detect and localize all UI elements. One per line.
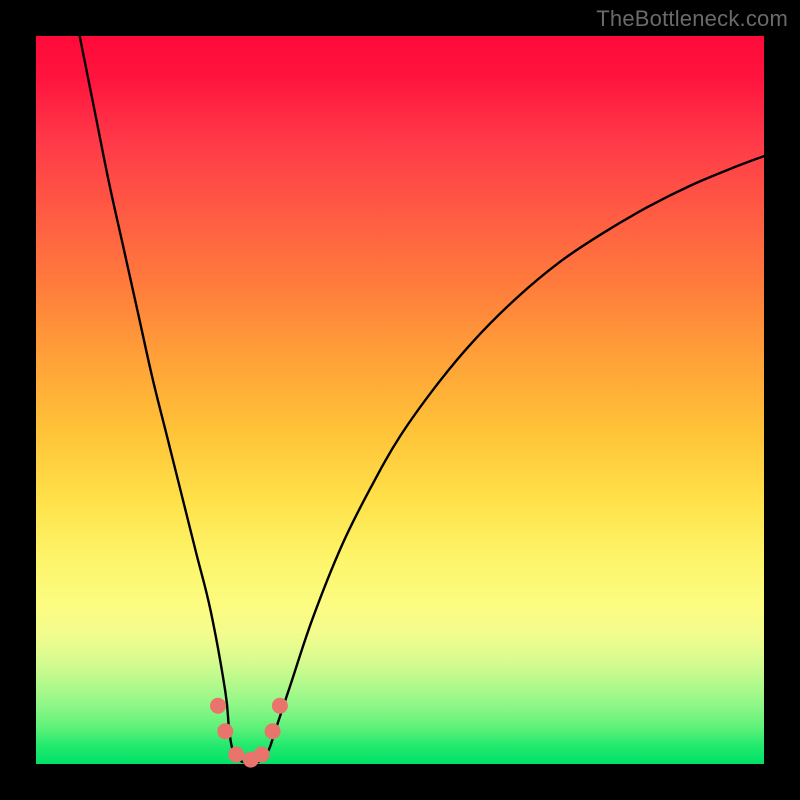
curve-marker [210, 698, 226, 714]
curve-marker [265, 723, 281, 739]
chart-svg [36, 36, 764, 764]
curve-marker [254, 747, 270, 763]
curve-marker [272, 698, 288, 714]
watermark-label: TheBottleneck.com [596, 6, 788, 32]
curve-marker [217, 723, 233, 739]
chart-plot-area [36, 36, 764, 764]
curve-marker [228, 747, 244, 763]
bottleneck-curve [80, 36, 764, 763]
chart-outer-frame: TheBottleneck.com [0, 0, 800, 800]
curve-markers [210, 698, 288, 768]
